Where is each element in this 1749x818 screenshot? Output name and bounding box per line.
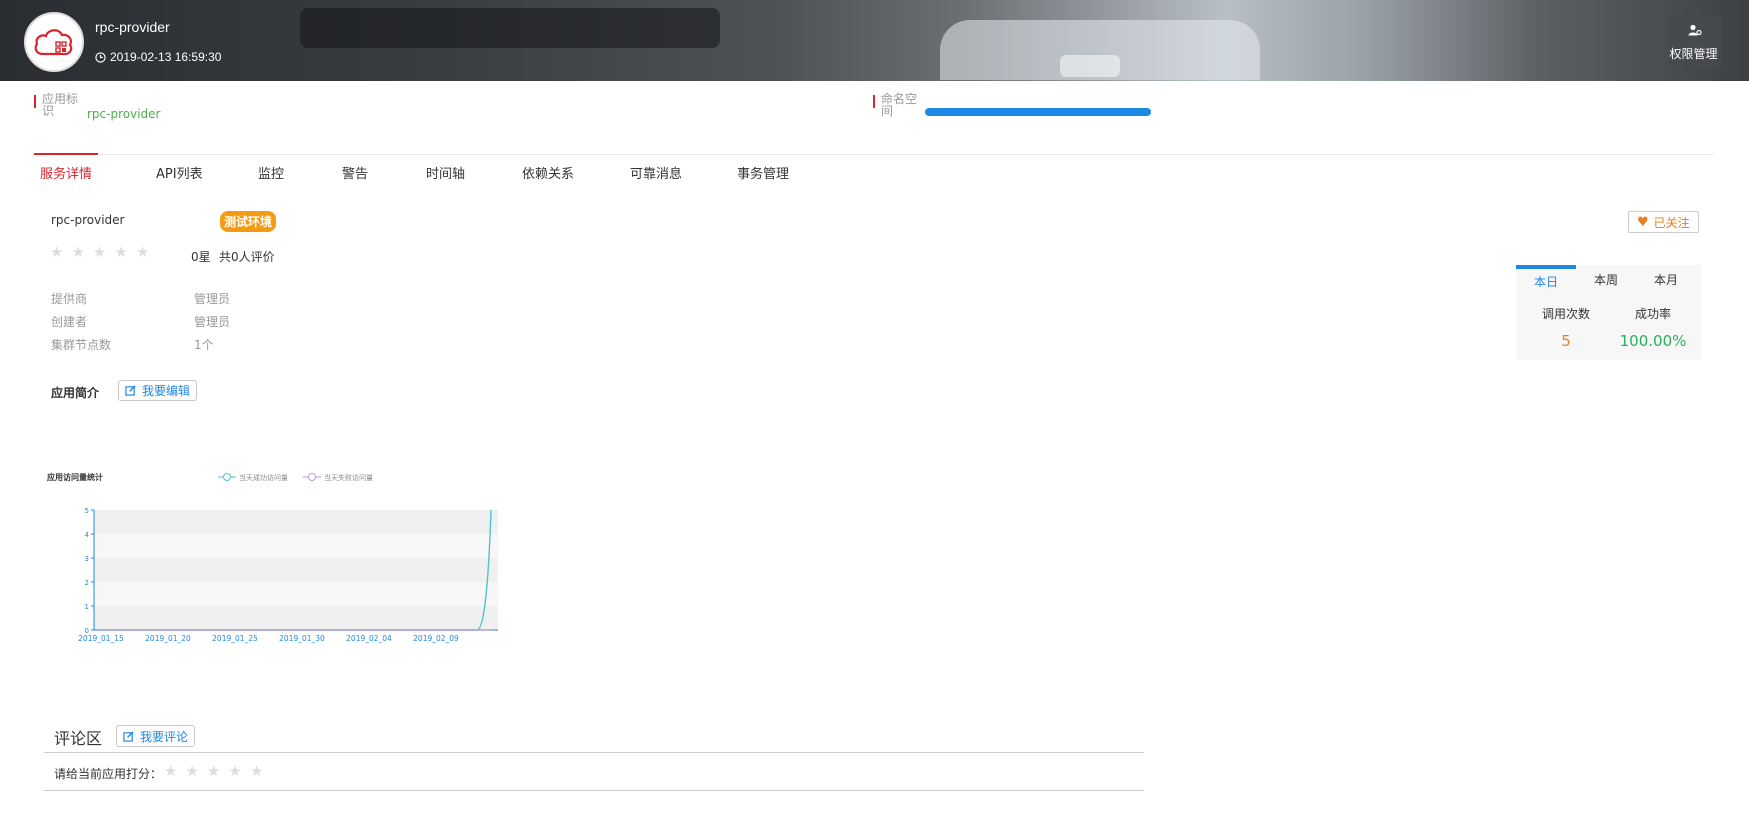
- stats-tab-month[interactable]: 本月: [1636, 265, 1696, 295]
- comment-section-title: 评论区: [54, 729, 103, 748]
- tab-reliable-messages[interactable]: 可靠消息: [630, 153, 682, 182]
- legend-label: 当天成功访问量: [239, 473, 288, 482]
- tab-warnings[interactable]: 警告: [342, 153, 368, 182]
- star-icon[interactable]: ★: [185, 762, 198, 780]
- star-icon: ★: [92, 243, 107, 261]
- grid-band: [94, 534, 498, 558]
- y-tick-label: 2: [85, 579, 89, 587]
- comment-button[interactable]: 我要评论: [116, 725, 196, 747]
- creator-label: 创建者: [51, 315, 88, 329]
- grid-band: [94, 606, 498, 630]
- app-identifier-value: rpc-provider: [87, 107, 161, 121]
- x-tick-label: 2019_02_09: [413, 634, 459, 643]
- created-time-text: 2019-02-13 16:59:30: [110, 50, 222, 64]
- namespace-key: 命名空间: [881, 92, 918, 118]
- tab-timeline[interactable]: 时间轴: [426, 153, 465, 182]
- tab-transaction-management[interactable]: 事务管理: [737, 153, 789, 182]
- x-tick-label: 2019_01_30: [279, 634, 325, 643]
- star-icon: ★: [135, 243, 150, 261]
- x-tick-label: 2019_01_15: [78, 634, 124, 643]
- namespace: 命名空间: [873, 93, 921, 117]
- divider: [44, 752, 1144, 753]
- edit-button[interactable]: 我要编辑: [118, 380, 198, 401]
- legend-marker: [308, 473, 316, 481]
- edit-icon: [125, 385, 136, 396]
- star-icon: ★: [114, 243, 128, 261]
- star-icon: ★: [71, 243, 85, 261]
- heart-icon: ♥: [1637, 214, 1649, 230]
- y-tick-label: 4: [85, 531, 90, 539]
- creator-value: 管理员: [194, 315, 231, 329]
- star-icon[interactable]: ★: [207, 762, 220, 780]
- star-icon[interactable]: ★: [164, 762, 177, 780]
- cluster-nodes-label: 集群节点数: [51, 338, 112, 352]
- stats-tab-today[interactable]: 本日: [1516, 265, 1576, 295]
- call-count-label: 调用次数: [1541, 307, 1590, 321]
- edit-button-label: 我要编辑: [142, 384, 191, 398]
- x-tick-label: 2019_01_25: [212, 634, 258, 643]
- success-rate-label: 成功率: [1634, 307, 1671, 321]
- app-identifier: 应用标识 rpc-provider: [34, 93, 160, 121]
- clock-icon: [95, 51, 106, 63]
- rating-count: 共0人评价: [219, 250, 275, 264]
- follow-button[interactable]: ♥ 已关注: [1628, 211, 1699, 233]
- comment-button-label: 我要评论: [140, 729, 189, 744]
- access-chart-svg: 应用访问量统计 当天成功访问量 当天失败访问量0123452019_01_15 201…: [47, 472, 498, 643]
- y-tick-label: 5: [85, 507, 89, 515]
- stats-tab-week[interactable]: 本周: [1576, 265, 1636, 295]
- edit-icon: [123, 730, 134, 742]
- legend-label: 当天失败访问量: [324, 473, 373, 482]
- service-name: rpc-provider: [51, 213, 125, 227]
- app-logo: [24, 12, 84, 72]
- divider: [34, 154, 1714, 155]
- namespace-value-redacted: [925, 108, 1151, 116]
- cluster-nodes-value: 1个: [194, 338, 214, 352]
- access-chart: 应用访问量统计 当天成功访问量 当天失败访问量 0 1 2 3 4 5 2019_01_15 201…: [40, 465, 510, 650]
- y-tick-label: 3: [85, 555, 89, 563]
- success-rate-value: 100.00%: [1619, 332, 1687, 350]
- grid-band: [94, 582, 498, 606]
- follow-button-label: 已关注: [1653, 215, 1690, 230]
- tab-service-details[interactable]: 服务详情: [34, 153, 98, 182]
- tab-monitoring[interactable]: 监控: [258, 153, 284, 182]
- provider-label: 提供商: [51, 292, 88, 306]
- tab-api-list[interactable]: API列表: [156, 153, 203, 182]
- legend-marker: [223, 473, 231, 481]
- star-icon[interactable]: ★: [250, 762, 263, 780]
- rate-stars[interactable]: ★ ★ ★ ★ ★: [164, 762, 263, 780]
- call-count-value: 5: [1561, 332, 1571, 350]
- star-icon[interactable]: ★: [228, 762, 241, 780]
- stats-panel: 本日 本周 本月 调用次数 成功率 5 100.00%: [1516, 265, 1701, 360]
- header-app-name: rpc-provider: [95, 19, 170, 35]
- header-banner: [0, 0, 1749, 81]
- chart-title: 应用访问量统计: [47, 472, 103, 482]
- x-tick-label: 2019_01_20: [145, 634, 191, 643]
- cloud-app-icon: [34, 29, 73, 56]
- x-tick-label: 2019_02_04: [346, 634, 392, 643]
- divider: [44, 790, 1144, 791]
- environment-badge: 测试环境: [220, 211, 277, 232]
- star-icon: ★: [50, 243, 64, 261]
- star-count: 0星: [191, 250, 211, 264]
- provider-value: 管理员: [194, 292, 231, 306]
- permission-management-label: 权限管理: [1669, 47, 1718, 61]
- rate-prompt: 请给当前应用打分：: [54, 767, 163, 781]
- app-intro-label: 应用简介: [51, 386, 100, 400]
- grid-band: [94, 510, 498, 534]
- y-tick-label: 1: [85, 603, 89, 611]
- tab-dependencies[interactable]: 依赖关系: [522, 153, 574, 182]
- permission-management-button[interactable]: 权限管理: [1668, 15, 1722, 67]
- app-identifier-key: 应用标识: [42, 92, 79, 118]
- grid-band: [94, 558, 498, 582]
- user-settings-icon: [1688, 24, 1702, 36]
- rating-stars: ★ ★ ★ ★ ★: [50, 243, 149, 261]
- header-created-time: 2019-02-13 16:59:30: [95, 50, 221, 64]
